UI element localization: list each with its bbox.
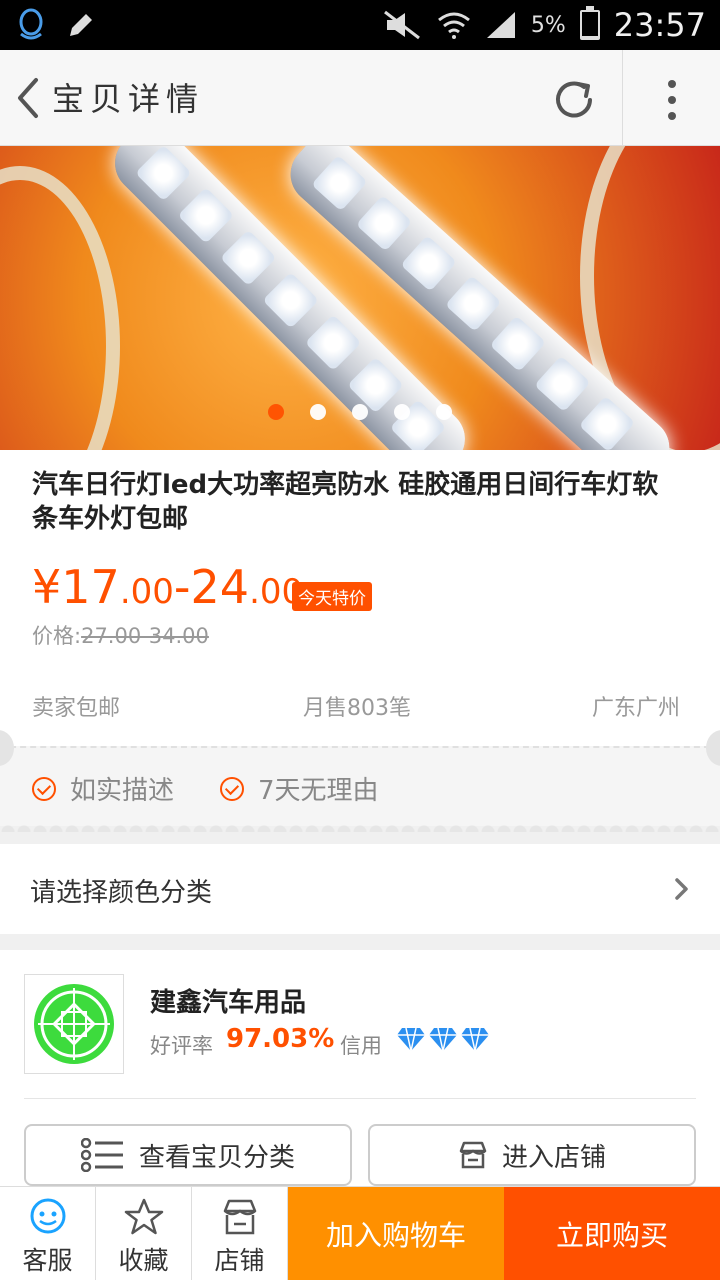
title-bar: 宝贝详情 <box>0 50 720 146</box>
buy-now-button[interactable]: 立即购买 <box>504 1187 720 1280</box>
list-icon <box>80 1138 123 1172</box>
product-title: 汽车日行灯led大功率超亮防水 硅胶通用日间行车灯软条车外灯包邮 <box>32 470 659 534</box>
store-tab[interactable]: 店铺 <box>192 1187 288 1280</box>
chevron-right-icon <box>675 878 688 900</box>
bottom-action-bar: 客服 收藏 店铺 加入购物车 立即购买 <box>0 1186 720 1280</box>
favorite-tab[interactable]: 收藏 <box>96 1187 192 1280</box>
guarantee-label: 如实描述 <box>70 776 175 806</box>
qq-icon <box>19 8 43 40</box>
currency-symbol: ¥ <box>32 560 62 614</box>
original-price: 价格:27.00-34.00 <box>32 620 209 650</box>
star-icon <box>124 1198 164 1235</box>
price-low-dec: .00 <box>119 572 174 612</box>
diamond-icon <box>429 1027 457 1052</box>
view-categories-button[interactable]: 查看宝贝分类 <box>24 1124 352 1186</box>
add-to-cart-button[interactable]: 加入购物车 <box>288 1187 504 1280</box>
title-divider <box>622 50 623 146</box>
more-icon[interactable] <box>656 76 688 124</box>
shop-name[interactable]: 建鑫汽车用品 <box>150 982 306 1019</box>
store-icon <box>459 1141 487 1169</box>
clock: 23:57 <box>613 6 706 44</box>
enter-shop-button[interactable]: 进入店铺 <box>368 1124 696 1186</box>
wifi-icon <box>437 12 470 39</box>
ship-location: 广东广州 <box>592 696 681 721</box>
enter-shop-label: 进入店铺 <box>501 1142 606 1173</box>
original-price-value: 27.00-34.00 <box>81 624 209 648</box>
customer-service-tab[interactable]: 客服 <box>0 1187 96 1280</box>
product-info: 汽车日行灯led大功率超亮防水 硅胶通用日间行车灯软条车外灯包邮 ¥17.00-… <box>0 450 720 746</box>
carousel-dot[interactable] <box>436 404 452 420</box>
price-separator: - <box>173 560 191 614</box>
shop-card: 建鑫汽车用品 好评率 97.03% 信用 查看宝贝分类 进入店铺 <box>0 950 720 1186</box>
credit-label: 信用 <box>340 1034 382 1058</box>
carousel-dot[interactable] <box>268 404 284 420</box>
pencil-icon <box>70 14 92 36</box>
diamond-icon <box>461 1027 489 1052</box>
carousel-dot[interactable] <box>352 404 368 420</box>
scallop-divider <box>0 818 720 832</box>
promo-badge: 今天特价 <box>292 582 372 611</box>
chat-bubble-icon <box>30 1198 66 1234</box>
back-icon[interactable] <box>10 74 50 122</box>
check-circle-icon <box>32 776 56 801</box>
diamond-icon <box>397 1027 425 1052</box>
credit-level <box>396 1026 490 1052</box>
battery-percent: 5% <box>530 12 566 38</box>
rating-value: 97.03% <box>226 1024 335 1054</box>
shipping-info: 卖家包邮 <box>32 696 121 721</box>
store-label: 店铺 <box>214 1246 265 1275</box>
carousel-dot[interactable] <box>310 404 326 420</box>
guarantee-item: 如实描述 <box>32 770 174 807</box>
mute-icon <box>383 10 420 40</box>
check-circle-icon <box>220 776 244 801</box>
store-icon <box>223 1199 257 1235</box>
refresh-icon[interactable] <box>550 76 598 124</box>
page-title: 宝贝详情 <box>52 80 205 118</box>
battery-level-fill <box>581 35 598 38</box>
monthly-sales: 月售803笔 <box>303 696 411 721</box>
guarantee-item: 7天无理由 <box>220 770 379 807</box>
view-categories-label: 查看宝贝分类 <box>138 1142 295 1173</box>
shop-logo-graphic <box>34 984 114 1064</box>
price-low-int: 17 <box>61 560 120 614</box>
product-price: ¥17.00-24.00 <box>32 560 303 614</box>
customer-service-label: 客服 <box>22 1246 73 1275</box>
color-selector-label: 请选择颜色分类 <box>30 878 213 908</box>
price-high-int: 24 <box>190 560 250 614</box>
carousel-indicator <box>0 404 720 424</box>
guarantee-label: 7天无理由 <box>258 776 379 806</box>
shop-divider <box>24 1098 696 1099</box>
carousel-dot[interactable] <box>394 404 410 420</box>
signal-icon <box>486 12 515 38</box>
color-selector[interactable]: 请选择颜色分类 <box>0 844 720 934</box>
original-price-label: 价格: <box>32 624 82 648</box>
rating-label: 好评率 <box>150 1034 213 1058</box>
battery-icon <box>579 6 600 40</box>
shop-logo[interactable] <box>24 974 124 1074</box>
status-bar: 5% 23:57 <box>0 0 720 50</box>
favorite-label: 收藏 <box>118 1246 169 1275</box>
service-guarantees[interactable]: 如实描述 7天无理由 <box>0 730 720 826</box>
